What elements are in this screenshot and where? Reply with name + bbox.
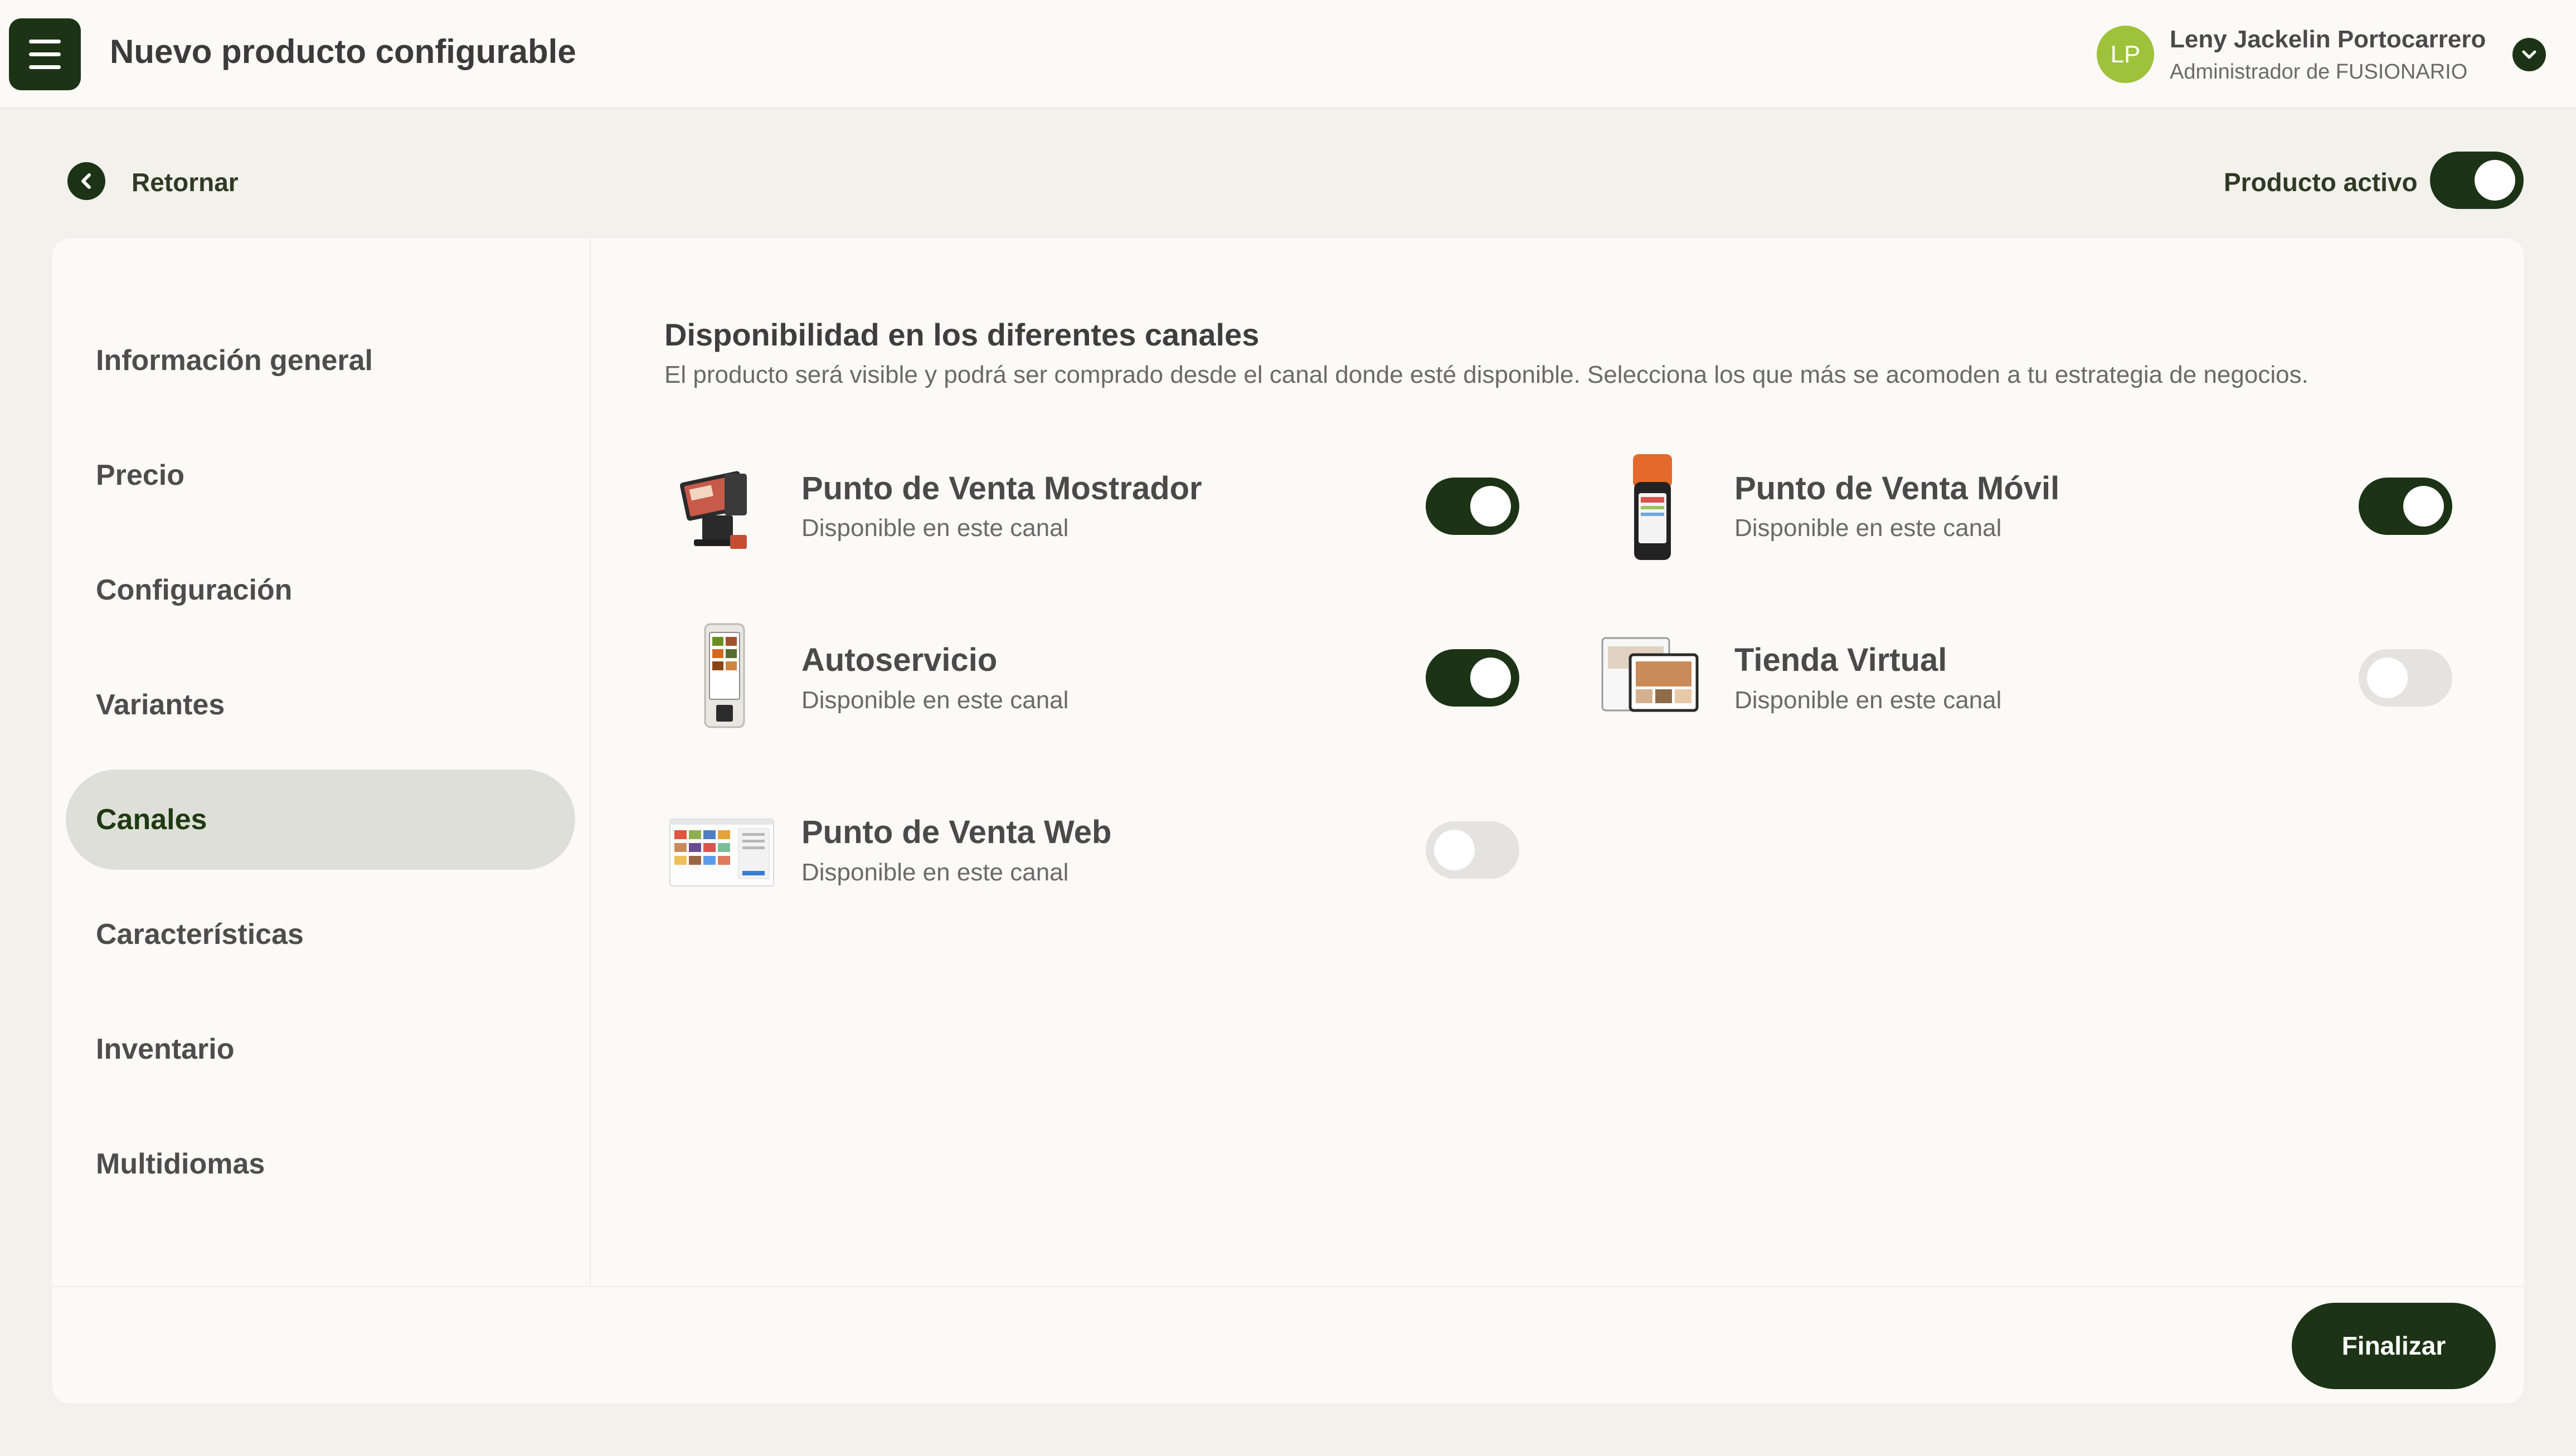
finalize-button[interactable]: Finalizar	[2292, 1303, 2496, 1389]
menu-button[interactable]	[9, 18, 81, 90]
toggle-knob	[2367, 658, 2408, 698]
section-title: Disponibilidad en los diferentes canales	[664, 317, 1260, 352]
sidebar-item-inventario[interactable]: Inventario	[96, 1033, 235, 1066]
toggle-knob	[2403, 486, 2444, 527]
web-pos-screenshot-image	[669, 819, 774, 887]
page-title: Nuevo producto configurable	[110, 33, 576, 70]
toggle-knob	[1470, 486, 1511, 527]
footer-divider	[52, 1286, 2524, 1287]
product-active-label: Producto activo	[2224, 168, 2418, 197]
section-description: El producto será visible y podrá ser com…	[664, 361, 2308, 388]
channel-toggle-punto-de-venta-web[interactable]	[1426, 821, 1519, 879]
user-role: Administrador de FUSIONARIO	[2170, 60, 2468, 84]
chevron-down-icon	[2522, 50, 2536, 59]
channel-name: Autoservicio	[801, 642, 998, 678]
channel-name: Tienda Virtual	[1734, 642, 1947, 678]
channel-name: Punto de Venta Web	[801, 814, 1112, 850]
channel-status: Disponible en este canal	[1734, 514, 2002, 542]
toggle-knob	[1470, 658, 1511, 698]
channel-status: Disponible en este canal	[801, 859, 1069, 886]
sidebar-item-canales[interactable]: Canales	[96, 803, 207, 836]
page: Nuevo producto configurable LP Leny Jack…	[0, 0, 2576, 1456]
channel-toggle-punto-de-venta-mostrador[interactable]	[1426, 478, 1519, 535]
top-bar: Nuevo producto configurable LP Leny Jack…	[0, 0, 2576, 109]
sidebar-item-variantes[interactable]: Variantes	[96, 688, 225, 722]
toggle-knob	[2475, 160, 2515, 201]
channel-name: Punto de Venta Móvil	[1734, 470, 2060, 507]
sidebar-item-informacion-general[interactable]: Información general	[96, 344, 373, 377]
channel-toggle-autoservicio[interactable]	[1426, 649, 1519, 707]
channel-status: Disponible en este canal	[801, 514, 1069, 542]
avatar[interactable]: LP	[2097, 26, 2154, 83]
toggle-knob	[1434, 830, 1475, 870]
channel-status: Disponible en este canal	[1734, 686, 2002, 714]
sidebar-item-configuracion[interactable]: Configuración	[96, 573, 292, 607]
channel-name: Punto de Venta Mostrador	[801, 470, 1202, 507]
chevron-left-icon	[81, 173, 91, 189]
channel-toggle-tienda-virtual[interactable]	[2359, 649, 2452, 707]
channel-status: Disponible en este canal	[801, 686, 1069, 714]
user-menu-button[interactable]	[2512, 38, 2546, 71]
product-active-toggle[interactable]	[2430, 152, 2524, 209]
sidebar-item-caracteristicas[interactable]: Características	[96, 918, 304, 951]
self-service-kiosk-image	[704, 623, 745, 728]
mobile-pos-device-image	[1633, 454, 1672, 560]
sidebar-item-precio[interactable]: Precio	[96, 459, 184, 492]
sidebar-item-multidiomas[interactable]: Multidiomas	[96, 1147, 265, 1181]
back-button[interactable]	[67, 162, 105, 200]
user-name[interactable]: Leny Jackelin Portocarrero	[2170, 26, 2486, 53]
sidebar-divider	[590, 238, 591, 1286]
back-link[interactable]: Retornar	[132, 167, 239, 197]
online-store-devices-image	[1601, 637, 1699, 712]
pos-counter-terminal-image	[680, 471, 747, 549]
channel-toggle-punto-de-venta-movil[interactable]	[2359, 478, 2452, 535]
